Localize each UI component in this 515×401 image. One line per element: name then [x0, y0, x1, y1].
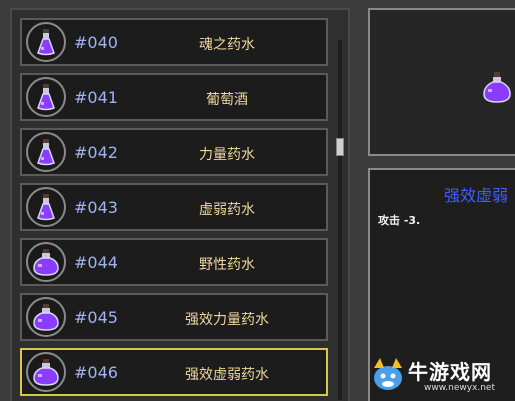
watermark-logo-icon	[374, 358, 402, 390]
large-purple-flask-icon	[33, 304, 59, 331]
potion-icon-frame	[26, 132, 66, 172]
small-purple-flask-icon	[37, 84, 55, 111]
potion-icon-frame	[26, 187, 66, 227]
potion-name: 虚弱药水	[199, 202, 255, 218]
item-preview-panel	[368, 8, 515, 156]
potion-number: #040	[74, 33, 118, 52]
potion-icon-frame	[26, 22, 66, 62]
list-scrollbar-track[interactable]	[338, 40, 342, 400]
watermark-url: www.newyx.net	[424, 383, 496, 393]
potion-row-041[interactable]: #041 葡萄酒	[20, 73, 328, 121]
potion-name: 力量药水	[199, 147, 255, 163]
item-title: 强效虚弱	[444, 186, 509, 205]
potion-row-046-selected[interactable]: #046 强效虚弱药水	[20, 348, 328, 396]
potion-row-044[interactable]: #044 野性药水	[20, 238, 328, 286]
potion-row-043[interactable]: #043 虚弱药水	[20, 183, 328, 231]
watermark-text: 牛游戏网	[408, 360, 492, 384]
small-purple-flask-icon	[37, 29, 55, 56]
potion-name: 魂之药水	[199, 37, 255, 53]
list-scrollbar-thumb[interactable]	[336, 138, 344, 156]
potion-name: 野性药水	[199, 257, 255, 273]
large-purple-flask-icon	[33, 249, 59, 276]
potion-number: #046	[74, 363, 118, 382]
item-effect-text: 攻击 -3.	[378, 214, 421, 227]
potion-row-045[interactable]: #045 强效力量药水	[20, 293, 328, 341]
potion-list-panel: #040 魂之药水 #041 葡萄酒 #042 力量药水 #043 虚弱药水 #…	[10, 8, 350, 401]
potion-name: 强效虚弱药水	[185, 367, 269, 383]
potion-name: 葡萄酒	[206, 92, 248, 108]
large-purple-flask-icon	[483, 72, 511, 103]
potion-number: #042	[74, 143, 118, 162]
game-screen: #040 魂之药水 #041 葡萄酒 #042 力量药水 #043 虚弱药水 #…	[0, 0, 515, 401]
potion-number: #044	[74, 253, 118, 272]
potion-row-042[interactable]: #042 力量药水	[20, 128, 328, 176]
potion-number: #045	[74, 308, 118, 327]
potion-name: 强效力量药水	[185, 312, 269, 328]
potion-number: #041	[74, 88, 118, 107]
potion-icon-frame	[26, 352, 66, 392]
potion-number: #043	[74, 198, 118, 217]
potion-icon-frame	[26, 242, 66, 282]
potion-icon-frame	[26, 77, 66, 117]
potion-icon-frame	[26, 297, 66, 337]
small-purple-flask-icon	[37, 194, 55, 221]
small-purple-flask-icon	[37, 139, 55, 166]
potion-row-040[interactable]: #040 魂之药水	[20, 18, 328, 66]
large-purple-flask-icon	[33, 359, 59, 386]
watermark: 牛游戏网 www.newyx.net	[370, 348, 515, 398]
